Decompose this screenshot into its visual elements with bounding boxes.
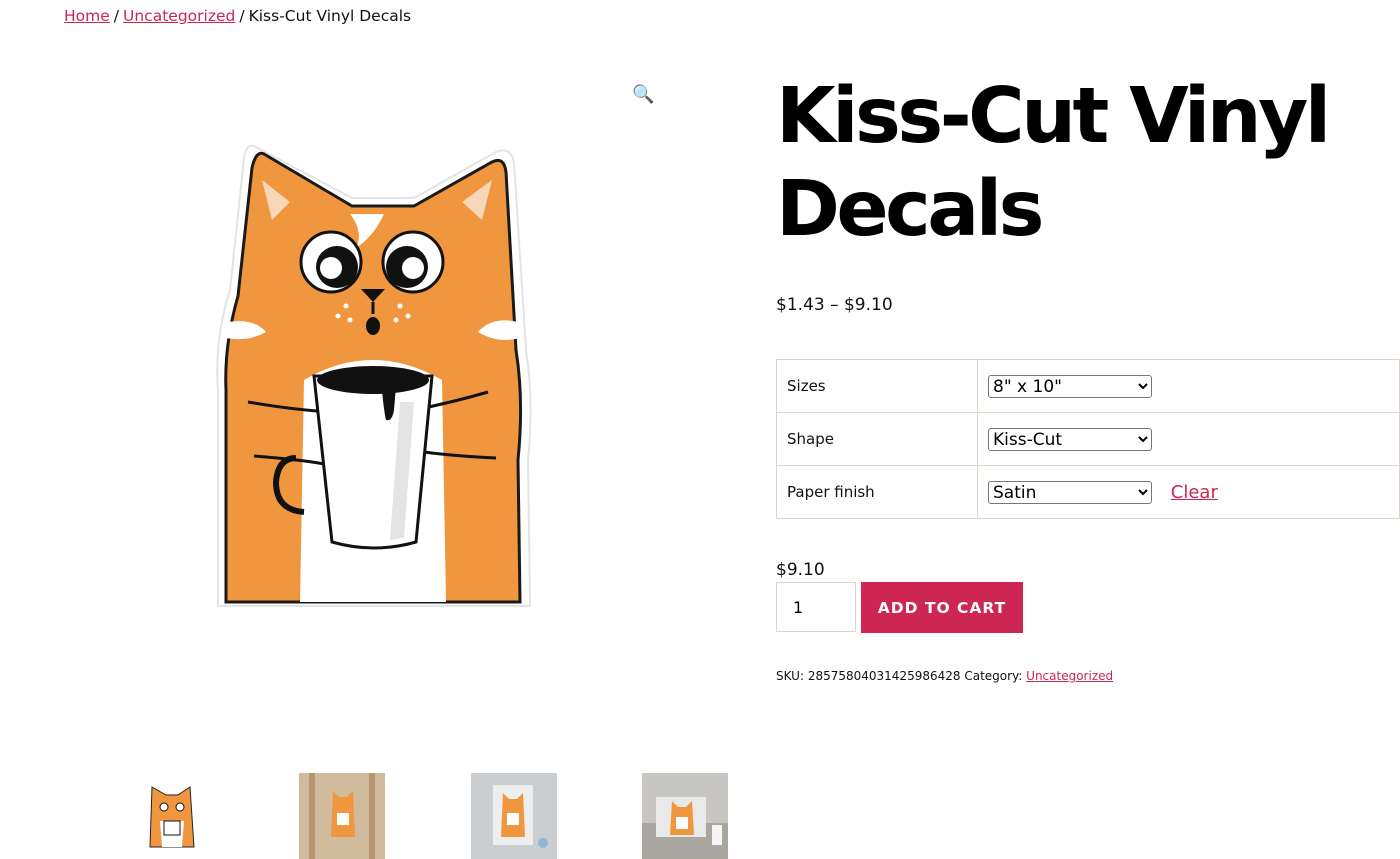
thumbnail-sticker-on-fridge[interactable]: [471, 773, 557, 859]
category-label: Category:: [964, 669, 1023, 683]
breadcrumb: Home / Uncategorized / Kiss-Cut Vinyl Decals: [64, 7, 411, 25]
category-link[interactable]: Uncategorized: [1026, 669, 1113, 683]
breadcrumb-home-link[interactable]: Home: [64, 7, 110, 25]
clear-variations-link[interactable]: Clear: [1171, 482, 1218, 503]
product-main-image[interactable]: [214, 140, 532, 612]
paper-finish-select[interactable]: Satin: [988, 480, 1152, 504]
shape-select[interactable]: Kiss-Cut: [988, 427, 1152, 451]
product-meta: SKU: 28575804031425986428 Category: Unca…: [776, 669, 1113, 683]
sku-value: 28575804031425986428: [807, 669, 961, 683]
price-range: $1.43 – $9.10: [776, 295, 893, 315]
breadcrumb-separator: /: [113, 7, 120, 25]
thumbnail-sticker-cat[interactable]: [128, 773, 214, 859]
product-title: Kiss-Cut Vinyl Decals: [776, 72, 1331, 254]
variation-row-paper-finish: Paper finish Satin Clear: [776, 465, 1400, 519]
magnifier-icon[interactable]: 🔍: [632, 84, 654, 105]
product-gallery: 🔍: [64, 70, 728, 859]
add-to-cart-button[interactable]: ADD TO CART: [861, 582, 1023, 633]
sku-label: SKU:: [776, 669, 804, 683]
breadcrumb-current: Kiss-Cut Vinyl Decals: [248, 7, 412, 25]
variation-price: $9.10: [776, 560, 825, 580]
variation-row-shape: Shape Kiss-Cut: [776, 412, 1400, 466]
variation-value-cell: Satin Clear: [977, 465, 1400, 519]
thumbnail-sticker-on-door[interactable]: [299, 773, 385, 859]
breadcrumb-separator: /: [239, 7, 245, 25]
breadcrumb-category-link[interactable]: Uncategorized: [123, 7, 235, 25]
product-summary: Kiss-Cut Vinyl Decals $1.43 – $9.10 Size…: [776, 70, 1400, 683]
variation-row-sizes: Sizes 8" x 10": [776, 359, 1400, 413]
quantity-input[interactable]: [776, 582, 856, 632]
thumbnail-sticker-on-laptop[interactable]: [642, 773, 728, 859]
sizes-select[interactable]: 8" x 10": [988, 374, 1152, 398]
variation-label: Paper finish: [776, 465, 978, 519]
variation-label: Shape: [776, 412, 978, 466]
variation-label: Sizes: [776, 359, 978, 413]
thumbnail-strip: [128, 773, 728, 859]
variation-value-cell: 8" x 10": [977, 359, 1400, 413]
variations-table: Sizes 8" x 10" Shape Kiss-Cut Paper fini…: [776, 359, 1400, 519]
variation-value-cell: Kiss-Cut: [977, 412, 1400, 466]
